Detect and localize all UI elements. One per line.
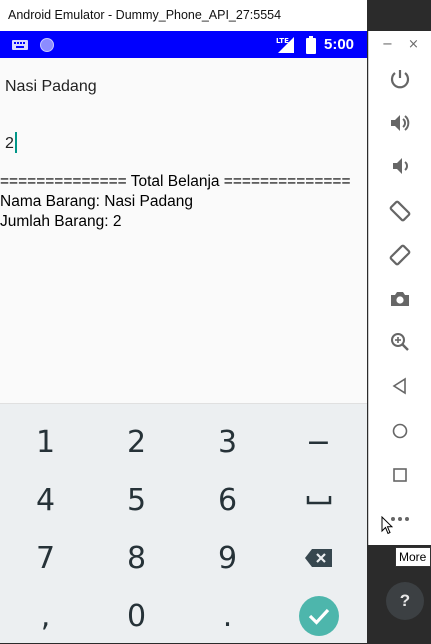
purchase-summary: ============== Total Belanja ===========… xyxy=(0,172,351,232)
key-2[interactable]: 2 xyxy=(91,414,182,470)
home-button[interactable] xyxy=(386,417,414,445)
rotate-left-icon xyxy=(389,200,411,222)
overview-button[interactable] xyxy=(386,461,414,489)
lte-signal-icon: LTE xyxy=(276,37,294,53)
summary-header: ============== Total Belanja ===========… xyxy=(0,173,351,190)
rotate-right-button[interactable] xyxy=(386,241,414,269)
power-icon xyxy=(390,70,410,89)
keyboard-icon xyxy=(12,40,28,50)
volume-up-icon xyxy=(391,115,410,131)
screenshot-button[interactable] xyxy=(386,285,414,313)
key-comma[interactable]: , xyxy=(0,588,91,644)
key-6[interactable]: 6 xyxy=(182,472,273,528)
help-button[interactable]: ? xyxy=(386,582,424,620)
window-title: Android Emulator - Dummy_Phone_API_27:55… xyxy=(8,8,282,22)
numeric-keyboard: 1 2 3 − 4 5 6 7 8 9 , 0 . xyxy=(0,403,367,643)
key-backspace[interactable] xyxy=(273,530,364,586)
home-icon xyxy=(392,423,408,439)
checkmark-icon xyxy=(298,596,339,636)
key-minus[interactable]: − xyxy=(273,414,364,470)
summary-item-name: Nama Barang: Nasi Padang xyxy=(0,193,194,210)
key-space[interactable] xyxy=(273,472,364,528)
more-tooltip: More xyxy=(395,547,431,567)
volume-down-button[interactable] xyxy=(386,152,414,180)
key-7[interactable]: 7 xyxy=(0,530,91,586)
rotate-left-button[interactable] xyxy=(386,197,414,225)
volume-up-button[interactable] xyxy=(386,109,414,137)
minimize-button[interactable]: − xyxy=(382,37,393,52)
zoom-icon xyxy=(391,333,409,351)
key-0[interactable]: 0 xyxy=(91,588,182,644)
space-icon xyxy=(306,496,331,505)
status-clock: 5:00 xyxy=(324,36,355,53)
sync-icon xyxy=(40,38,54,52)
quantity-value: 2 xyxy=(5,135,14,152)
battery-icon xyxy=(306,36,316,54)
key-3[interactable]: 3 xyxy=(182,414,273,470)
summary-item-quantity: Jumlah Barang: 2 xyxy=(0,213,122,230)
back-button[interactable] xyxy=(386,372,414,400)
svg-text:LTE: LTE xyxy=(276,37,289,45)
text-cursor xyxy=(14,132,17,153)
key-period[interactable]: . xyxy=(182,588,273,644)
camera-icon xyxy=(391,292,409,306)
key-9[interactable]: 9 xyxy=(182,530,273,586)
app-screen: Nasi Padang 2 ============== Total Belan… xyxy=(0,58,367,403)
zoom-button[interactable] xyxy=(386,328,414,356)
backspace-icon xyxy=(304,549,332,567)
key-8[interactable]: 8 xyxy=(91,530,182,586)
emulator-window: Android Emulator - Dummy_Phone_API_27:55… xyxy=(0,0,367,643)
key-4[interactable]: 4 xyxy=(0,472,91,528)
volume-down-icon xyxy=(393,158,408,174)
android-status-bar: LTE 5:00 xyxy=(0,31,367,58)
key-done[interactable] xyxy=(273,588,364,644)
item-name-input[interactable]: Nasi Padang xyxy=(5,78,97,96)
key-1[interactable]: 1 xyxy=(0,414,91,470)
key-5[interactable]: 5 xyxy=(91,472,182,528)
mouse-pointer-icon xyxy=(381,516,393,535)
rotate-right-icon xyxy=(389,244,411,266)
emulator-control-panel: − × xyxy=(368,31,431,545)
overview-icon xyxy=(393,468,407,482)
item-quantity-input[interactable]: 2 xyxy=(5,132,17,153)
close-button[interactable]: × xyxy=(408,37,419,52)
window-titlebar: Android Emulator - Dummy_Phone_API_27:55… xyxy=(0,0,367,32)
back-icon xyxy=(392,377,406,395)
power-button[interactable] xyxy=(386,65,414,93)
